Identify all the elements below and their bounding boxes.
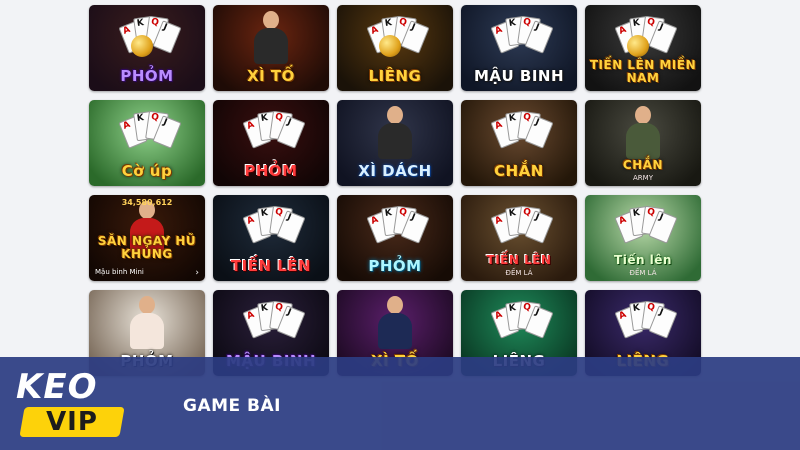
game-tile-xi-dach[interactable]: XÌ DÁCH <box>337 100 453 186</box>
game-subtitle: ĐẾM LÁ <box>629 269 657 277</box>
cards-fan-icon: AKQJ <box>489 108 554 152</box>
mini-game-label: Mậu binh Mini <box>95 268 144 276</box>
game-title: LIÊNG <box>368 67 422 85</box>
coin-cards-icon: AKQJ <box>613 13 678 57</box>
logo-vip-text: VIP <box>46 407 98 437</box>
card-table-icon: AKQJ <box>489 203 554 247</box>
hand-cards-icon: AKQJ <box>613 203 678 247</box>
chevron-right-icon[interactable]: › <box>195 268 199 278</box>
game-title: CHẮN <box>622 158 664 172</box>
game-grid: A K Q J PHỎM XÌ TỐ A K Q J LIÊNG A K Q J MẬU BINH A K Q J TI… <box>89 5 701 376</box>
game-title: CHẮN <box>494 162 544 180</box>
game-tile-lieng[interactable]: AKQJ LIÊNG <box>337 5 453 91</box>
section-title: GAME BÀI <box>183 396 281 416</box>
coin-cards-icon: AKQJ <box>365 13 430 57</box>
hand-cards-icon: AKQJ <box>489 298 554 342</box>
game-title: PHỎM <box>120 67 174 85</box>
game-tile-xi-to[interactable]: XÌ TỐ <box>213 5 329 91</box>
game-title: Cờ úp <box>121 162 173 180</box>
game-title: PHỎM <box>368 257 422 275</box>
game-tile-tien-len[interactable]: A K Q J TIẾN LÊN <box>213 195 329 281</box>
chinese-chess-icon: AKQJ <box>117 108 182 152</box>
dealer-icon <box>378 106 412 159</box>
game-title: TIẾN LÊN <box>486 253 552 267</box>
logo-keo-text: KEO <box>16 367 98 407</box>
keovip-logo[interactable]: KEO VIP <box>16 367 134 439</box>
game-tile-phom[interactable]: A K Q J PHỎM <box>213 100 329 186</box>
game-tile-phom[interactable]: A K Q J PHỎM <box>89 5 205 91</box>
game-tile-chan[interactable]: CHẮN ARMY <box>585 100 701 186</box>
dragon-cards-icon: AKQJ <box>489 13 554 57</box>
dealer-icon <box>254 11 288 64</box>
game-tile-phom[interactable]: A K Q J PHỎM <box>337 195 453 281</box>
game-tile-chan[interactable]: A K Q J CHẮN <box>461 100 577 186</box>
game-tile-tien-len-mien-nam[interactable]: A K Q J TIẾN LÊN MIỀN NAM <box>585 5 701 91</box>
game-title: TIẾN LÊN MIỀN NAM <box>589 58 697 85</box>
pilot-girl-icon <box>378 296 412 349</box>
game-title: MẬU BINH <box>473 67 565 85</box>
game-title: XÌ TỐ <box>247 67 295 85</box>
screenshot-frame: A K Q J PHỎM XÌ TỐ A K Q J LIÊNG A K Q J MẬU BINH A K Q J TI… <box>0 0 800 450</box>
hand-cards-icon: AKQJ <box>241 203 306 247</box>
section-banner: KEO VIP GAME BÀI <box>0 357 800 450</box>
game-title: PHỎM <box>244 162 298 180</box>
game-title: XÌ DÁCH <box>358 162 432 180</box>
logo-vip-badge: VIP <box>19 407 125 437</box>
game-tile-tien-len[interactable]: A K Q J TIẾN LÊN ĐẾM LÁ <box>461 195 577 281</box>
cards-fan-icon: AKQJ <box>241 298 306 342</box>
cards-fan-icon: AKQJ <box>241 108 306 152</box>
cards-fan-icon: AKQJ <box>613 298 678 342</box>
soldier-icon <box>626 106 660 159</box>
game-subtitle: ARMY <box>633 174 653 182</box>
game-tile-san-ngay-hu-khung[interactable]: 34,580,612 SĂN NGAY HŨ KHỦNG Mậu binh Mini… <box>89 195 205 281</box>
game-tile-tien-len[interactable]: A K Q J Tiến lên ĐẾM LÁ <box>585 195 701 281</box>
game-tile-co-up[interactable]: A K Q J Cờ úp <box>89 100 205 186</box>
game-subtitle: ĐẾM LÁ <box>505 269 533 277</box>
game-tile-mau-binh[interactable]: AKQJ MẬU BINH <box>461 5 577 91</box>
jackpot-amount: 34,580,612 <box>121 198 173 207</box>
game-title: TIẾN LÊN <box>230 257 312 275</box>
game-title: SĂN NGAY HŨ KHỦNG <box>97 234 197 261</box>
coin-cards-icon: AKQJ <box>117 13 182 57</box>
game-title: Tiến lên <box>614 253 672 267</box>
girl-icon <box>130 296 164 349</box>
card-table-icon: AKQJ <box>365 203 430 247</box>
